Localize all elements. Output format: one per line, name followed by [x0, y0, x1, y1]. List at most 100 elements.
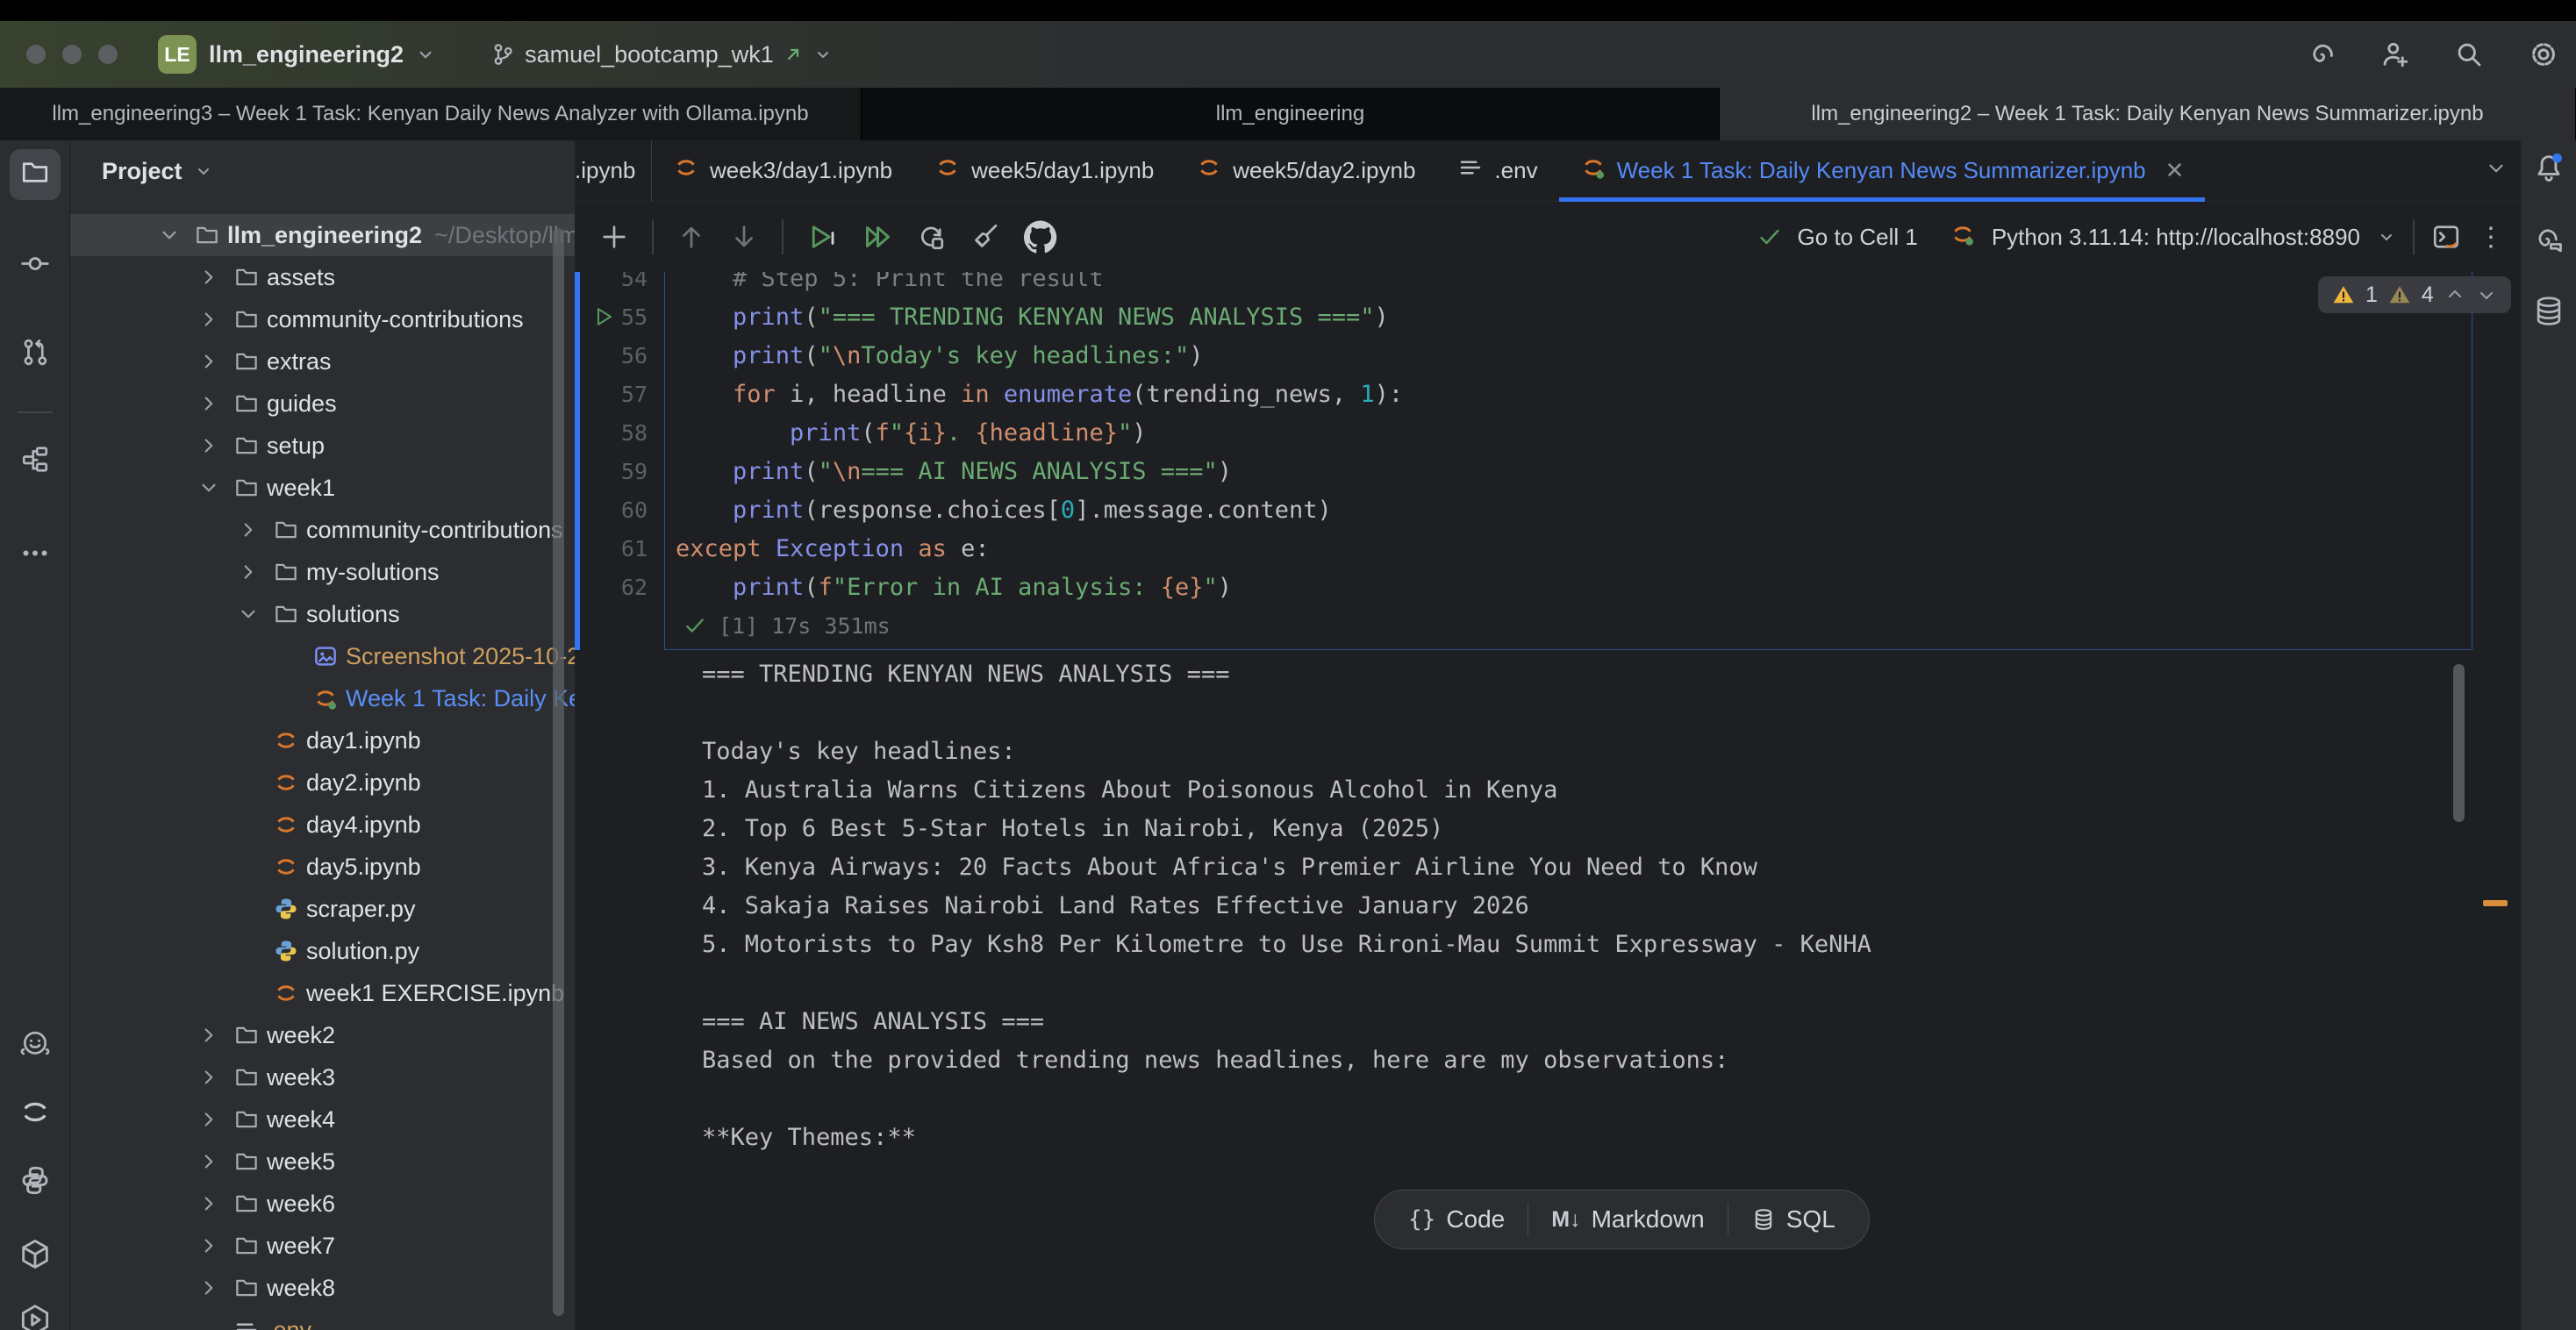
tree-item-week3[interactable]: week3	[70, 1056, 575, 1098]
chevron-down-icon[interactable]	[812, 44, 834, 65]
tree-item-llm-engineering2[interactable]: llm_engineering2 ~/Desktop/llm_en	[70, 214, 575, 256]
project-panel-header[interactable]: Project	[70, 140, 214, 202]
tree-item-scraper-py[interactable]: scraper.py	[70, 888, 575, 930]
move-cell-up-icon[interactable]	[676, 222, 706, 252]
chevron-icon[interactable]	[197, 434, 233, 457]
structure-tool-icon[interactable]	[19, 444, 51, 480]
goto-cell-button[interactable]: Go to Cell 1	[1798, 224, 1918, 251]
pull-requests-tool-icon[interactable]	[19, 337, 51, 373]
close-tab-icon[interactable]: ✕	[2165, 157, 2185, 184]
tree-item-day2-ipynb[interactable]: day2.ipynb	[70, 762, 575, 804]
python-packages-tool-icon[interactable]	[18, 1237, 53, 1276]
chevron-icon[interactable]	[197, 1108, 233, 1131]
kernel-selector[interactable]: Python 3.11.14: http://localhost:8890	[1992, 224, 2360, 251]
chevron-icon[interactable]	[197, 308, 233, 331]
huggingface-tool-icon[interactable]	[18, 1027, 53, 1067]
chevron-icon[interactable]	[197, 1150, 233, 1173]
tree-item-day4-ipynb[interactable]: day4.ipynb	[70, 804, 575, 846]
vcs-branch-widget[interactable]: samuel_bootcamp_wk1	[490, 41, 834, 68]
add-cell-icon[interactable]	[599, 222, 629, 252]
chevron-icon[interactable]	[197, 1066, 233, 1089]
next-warning-icon[interactable]	[2476, 284, 2497, 305]
tree-item-assets[interactable]: assets	[70, 256, 575, 298]
tree-item-solution-py[interactable]: solution.py	[70, 930, 575, 972]
zoom-window-button[interactable]	[98, 45, 118, 64]
jupyter-console-icon[interactable]	[2430, 221, 2462, 253]
code-line-58[interactable]: 58 print(f"{i}. {headline}")	[575, 413, 2520, 452]
window-tab-llm-engineering2[interactable]: llm_engineering2 – Week 1 Task: Daily Ke…	[1720, 88, 2576, 140]
code-line-55[interactable]: 55 print("=== TRENDING KENYAN NEWS ANALY…	[575, 297, 2520, 336]
ai-chat-icon[interactable]	[2532, 225, 2565, 262]
code-line-56[interactable]: 56 print("\nToday's key headlines:")	[575, 336, 2520, 375]
add-code-cell-button[interactable]: {} Code	[1385, 1191, 1528, 1248]
editor-tab-week5-day2-ipynb[interactable]: week5/day2.ipynb	[1175, 140, 1436, 202]
notifications-bell-icon[interactable]	[2532, 151, 2565, 189]
add-user-icon[interactable]	[2379, 39, 2411, 70]
error-stripe-mark[interactable]	[2483, 900, 2508, 906]
tree-item-week1-exercise-ipynb[interactable]: week1 EXERCISE.ipynb	[70, 972, 575, 1014]
tree-item-week5[interactable]: week5	[70, 1141, 575, 1183]
output-scrollbar[interactable]	[2453, 664, 2465, 822]
jupyter-tool-icon[interactable]	[18, 1095, 53, 1134]
hidden-tabs-chevron-icon[interactable]	[2485, 157, 2508, 184]
run-line-icon[interactable]	[592, 304, 617, 332]
inspections-widget[interactable]: 1 4	[2318, 276, 2511, 313]
editor-tab-week3-day1-ipynb[interactable]: week3/day1.ipynb	[652, 140, 913, 202]
project-tool-icon[interactable]	[19, 157, 51, 193]
database-tool-icon[interactable]	[2532, 295, 2565, 332]
tree-item-week6[interactable]: week6	[70, 1183, 575, 1225]
tree-item-day1-ipynb[interactable]: day1.ipynb	[70, 719, 575, 762]
chevron-icon[interactable]	[197, 476, 233, 499]
tree-item-guides[interactable]: guides	[70, 383, 575, 425]
chevron-icon[interactable]	[237, 561, 273, 583]
more-tool-windows-icon[interactable]	[19, 538, 51, 574]
window-controls[interactable]	[26, 45, 118, 64]
run-cell-icon[interactable]	[806, 221, 838, 253]
window-tab-llm-engineering[interactable]: llm_engineering	[862, 88, 1720, 140]
close-window-button[interactable]	[26, 45, 46, 64]
tree-item-week7[interactable]: week7	[70, 1225, 575, 1267]
chevron-icon[interactable]	[237, 603, 273, 626]
minimize-window-button[interactable]	[62, 45, 82, 64]
prev-warning-icon[interactable]	[2444, 284, 2465, 305]
tree-item-setup[interactable]: setup	[70, 425, 575, 467]
chevron-icon[interactable]	[197, 1276, 233, 1299]
chevron-icon[interactable]	[197, 266, 233, 289]
chevron-icon[interactable]	[237, 518, 273, 541]
commit-tool-icon[interactable]	[19, 248, 51, 284]
project-tree-scrollbar[interactable]	[553, 228, 564, 1316]
tree-item-week4[interactable]: week4	[70, 1098, 575, 1141]
github-icon[interactable]	[1024, 220, 1057, 254]
python-console-tool-icon[interactable]	[18, 1163, 53, 1203]
tree-item-community-contributions[interactable]: community-contributions	[70, 298, 575, 340]
chevron-down-icon[interactable]	[414, 43, 437, 66]
search-icon[interactable]	[2453, 39, 2485, 70]
editor-tab--ipynb[interactable]: .ipynb	[575, 140, 652, 202]
code-line-61[interactable]: 61except Exception as e:	[575, 529, 2520, 568]
add-sql-cell-button[interactable]: SQL	[1728, 1191, 1858, 1248]
tree-item-extras[interactable]: extras	[70, 340, 575, 383]
tree-item-solutions[interactable]: solutions	[70, 593, 575, 635]
editor-tab-week5-day1-ipynb[interactable]: week5/day1.ipynb	[913, 140, 1175, 202]
tree-item-day5-ipynb[interactable]: day5.ipynb	[70, 846, 575, 888]
tree-item-week1[interactable]: week1	[70, 467, 575, 509]
tree-item-week2[interactable]: week2	[70, 1014, 575, 1056]
move-cell-down-icon[interactable]	[729, 222, 759, 252]
tree-item-my-solutions[interactable]: my-solutions	[70, 551, 575, 593]
tree-item-week8[interactable]: week8	[70, 1267, 575, 1309]
tree-item--env[interactable]: .env	[70, 1309, 575, 1330]
clear-outputs-icon[interactable]	[970, 221, 1001, 253]
run-all-cells-icon[interactable]	[861, 221, 892, 253]
ai-assistant-icon[interactable]	[2306, 39, 2337, 70]
code-line-54[interactable]: 54 # Step 5: Print the result	[575, 272, 2520, 297]
kebab-menu-icon[interactable]: ⋮	[2478, 222, 2504, 253]
chevron-icon[interactable]	[197, 392, 233, 415]
chevron-icon[interactable]	[197, 1192, 233, 1215]
chevron-icon[interactable]	[197, 1234, 233, 1257]
chevron-down-icon[interactable]	[2376, 226, 2397, 247]
editor-tab-week-1-task-daily-kenyan-news-summarizer-ipynb[interactable]: Week 1 Task: Daily Kenyan News Summarize…	[1559, 140, 2206, 202]
run-targets-tool-icon[interactable]	[18, 1303, 53, 1330]
code-line-57[interactable]: 57 for i, headline in enumerate(trending…	[575, 375, 2520, 413]
tree-item-screenshot-2025-10-24-at[interactable]: Screenshot 2025-10-24 at	[70, 635, 575, 677]
restart-kernel-icon[interactable]	[915, 221, 947, 253]
